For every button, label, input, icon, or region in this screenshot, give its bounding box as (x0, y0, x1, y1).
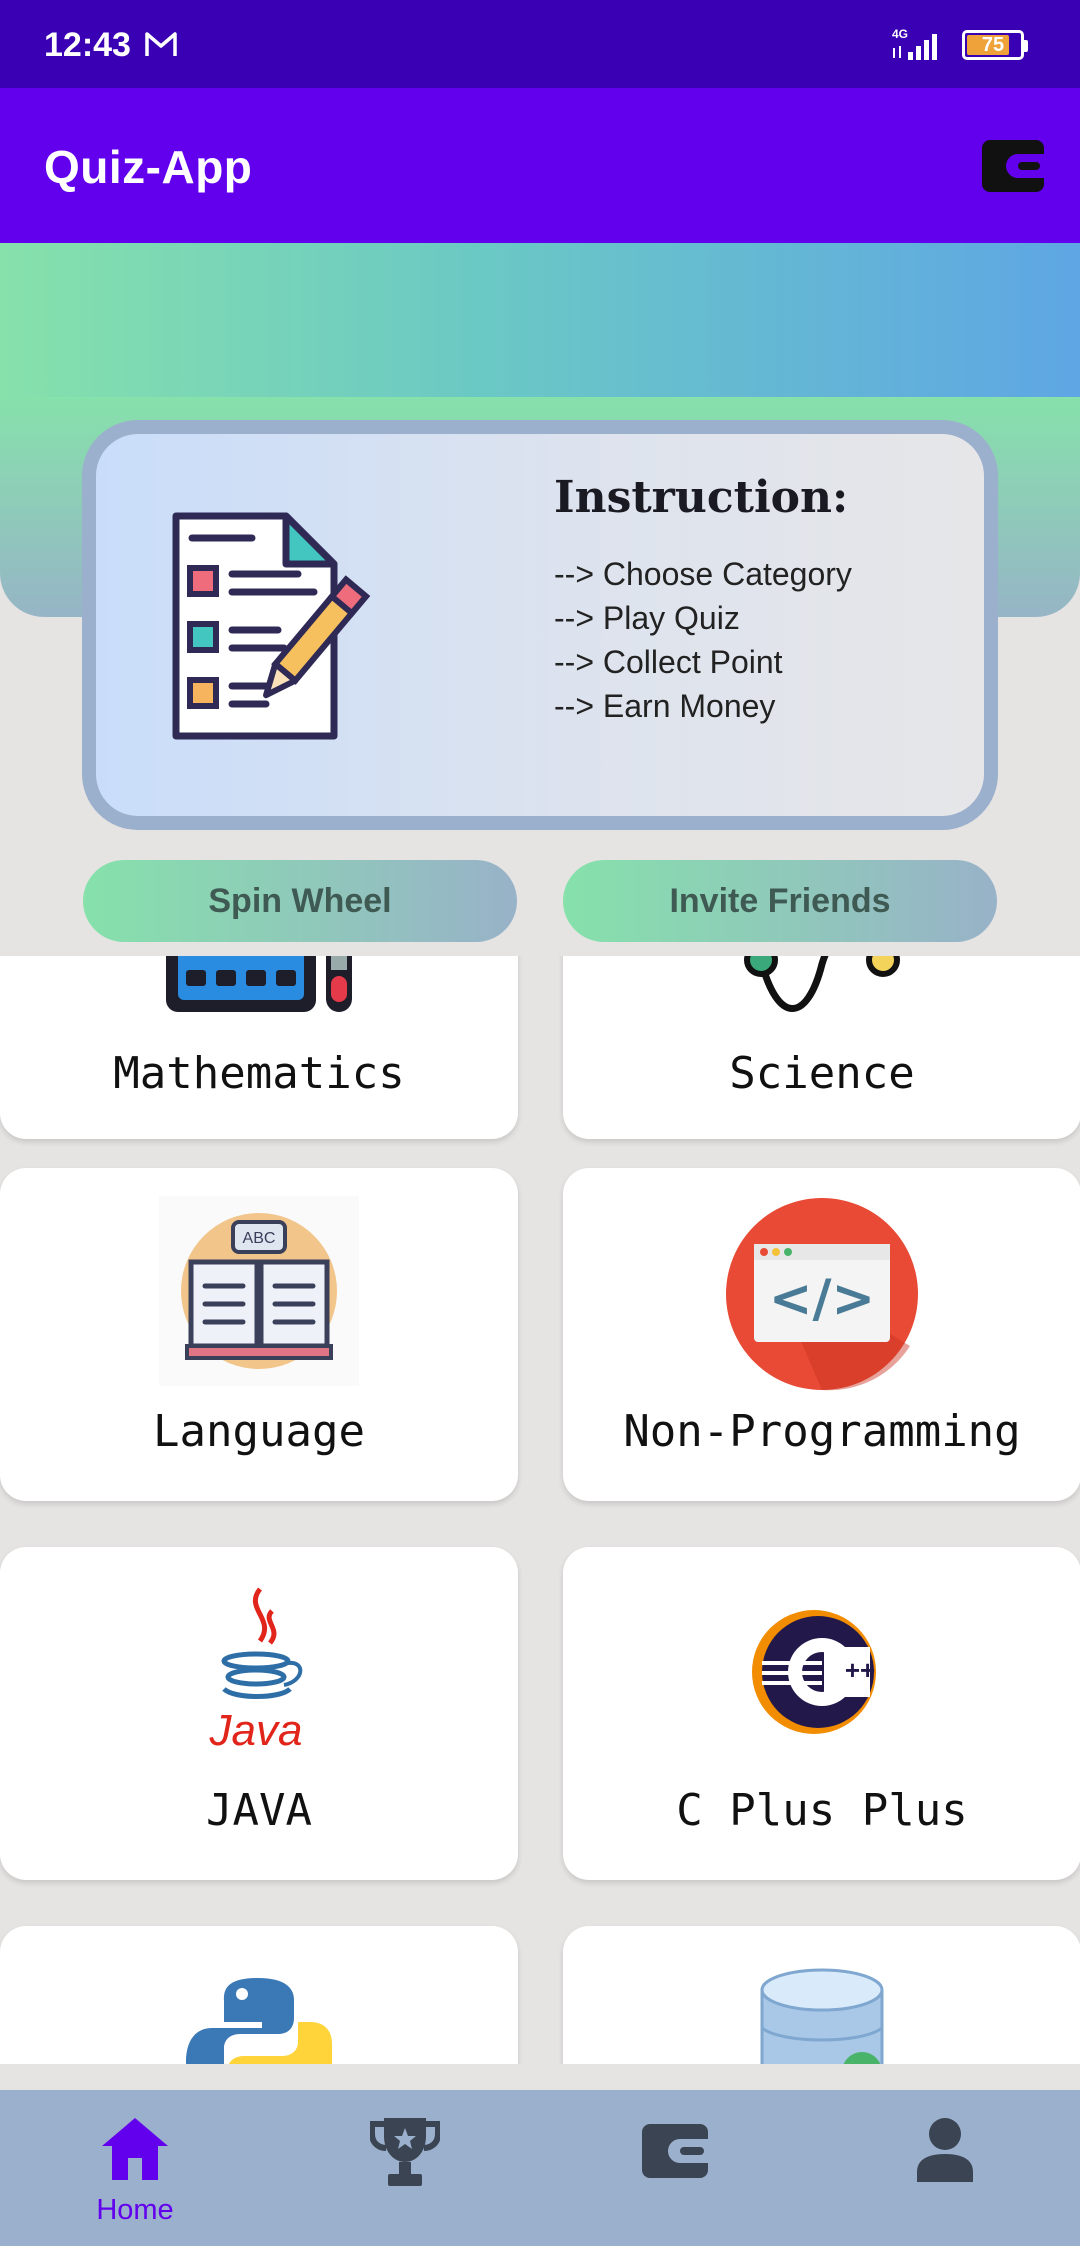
gmail-icon (144, 30, 178, 63)
molecule-icon (737, 956, 907, 1019)
status-time: 12:43 (44, 26, 131, 64)
category-card-java[interactable]: Java JAVA (0, 1547, 518, 1880)
instruction-step: --> Earn Money (554, 688, 776, 724)
database-icon (752, 1968, 892, 2064)
nav-item-wallet[interactable] (540, 2090, 810, 2246)
status-bar: 12:43 4G 75 (0, 0, 1080, 88)
svg-text:</>: </> (769, 1269, 875, 1329)
bottom-navigation: Home (0, 2090, 1080, 2246)
cpp-logo-icon: ++ (752, 1607, 892, 1742)
category-label: Language (153, 1406, 365, 1457)
spin-wheel-button[interactable]: Spin Wheel (83, 860, 517, 942)
category-label: Mathematics (113, 1048, 405, 1099)
category-grid: Mathematics Science ABC Language </> Non… (0, 956, 1080, 2064)
svg-text:++: ++ (845, 1655, 875, 1685)
python-logo-icon (184, 1978, 334, 2064)
wallet-icon (642, 2124, 710, 2178)
instruction-step: --> Play Quiz (554, 600, 740, 636)
category-label: Non-Programming (623, 1406, 1021, 1457)
category-card-non-programming[interactable]: </> Non-Programming (563, 1168, 1080, 1501)
nav-label-home: Home (96, 2194, 174, 2226)
invite-friends-button[interactable]: Invite Friends (563, 860, 997, 942)
category-label: JAVA (206, 1785, 312, 1836)
profile-icon (917, 2118, 973, 2182)
category-card-python[interactable] (0, 1926, 518, 2064)
nav-item-leaderboard[interactable] (270, 2090, 540, 2246)
category-label: C Plus Plus (676, 1785, 968, 1836)
category-card-language[interactable]: ABC Language (0, 1168, 518, 1501)
category-card-mathematics[interactable]: Mathematics (0, 956, 518, 1139)
calculator-icon (164, 956, 354, 1021)
instruction-step: --> Collect Point (554, 644, 783, 680)
book-abc-icon: ABC (159, 1196, 359, 1391)
home-icon (102, 2118, 168, 2180)
trophy-icon (370, 2118, 440, 2186)
battery-icon: 75 (962, 30, 1028, 60)
java-logo-icon: Java (204, 1585, 314, 1760)
instruction-steps: --> Choose Category --> Play Quiz --> Co… (554, 552, 852, 728)
nav-item-home[interactable]: Home (0, 2090, 270, 2246)
category-label: Science (729, 1048, 915, 1099)
app-title: Quiz-App (44, 141, 253, 193)
svg-text:Java: Java (209, 1706, 303, 1755)
svg-text:ABC: ABC (243, 1230, 276, 1247)
app-bar: Quiz-App (0, 88, 1080, 243)
instruction-step: --> Choose Category (554, 556, 852, 592)
code-window-icon: </> (724, 1196, 920, 1397)
svg-text:4G: 4G (892, 27, 908, 41)
nav-item-profile[interactable] (810, 2090, 1080, 2246)
wallet-icon[interactable] (980, 138, 1046, 199)
category-card-science[interactable]: Science (563, 956, 1080, 1139)
header-banner (0, 243, 1080, 397)
category-card-cpp[interactable]: ++ C Plus Plus (563, 1547, 1080, 1880)
checklist-pencil-icon (166, 506, 396, 751)
instruction-heading: Instruction: (554, 472, 849, 523)
instruction-card: Instruction: --> Choose Category --> Pla… (82, 420, 998, 830)
signal-icon: 4G (888, 26, 952, 67)
category-card-database[interactable] (563, 1926, 1080, 2064)
battery-level: 75 (981, 34, 1005, 56)
